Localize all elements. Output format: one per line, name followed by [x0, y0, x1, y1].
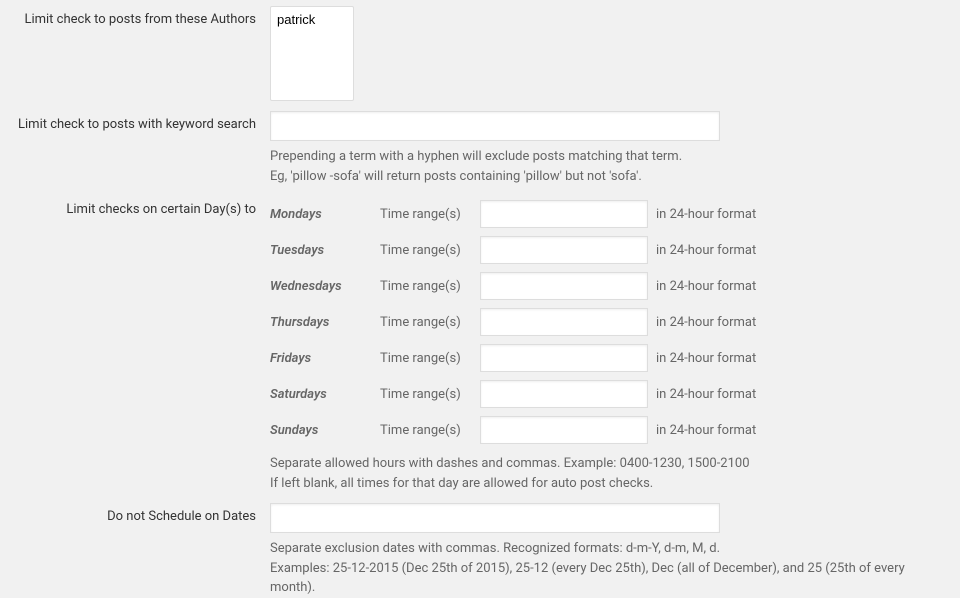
day-row: Saturdays Time range(s) in 24-hour forma…	[270, 376, 764, 412]
days-help: Separate allowed hours with dashes and c…	[270, 454, 950, 493]
row-exclude-dates: Do not Schedule on Dates Separate exclus…	[0, 503, 960, 598]
control-keyword: Prepending a term with a hyphen will exc…	[270, 111, 960, 186]
time-range-label: Time range(s)	[380, 340, 480, 376]
time-range-label: Time range(s)	[380, 304, 480, 340]
day-row: Thursdays Time range(s) in 24-hour forma…	[270, 304, 764, 340]
row-days: Limit checks on certain Day(s) to Monday…	[0, 196, 960, 493]
label-exclude-dates: Do not Schedule on Dates	[0, 503, 270, 524]
label-authors: Limit check to posts from these Authors	[0, 6, 270, 27]
exclude-dates-help-line1: Separate exclusion dates with commas. Re…	[270, 541, 720, 556]
settings-form: Limit check to posts from these Authors …	[0, 0, 960, 530]
time-range-label: Time range(s)	[380, 412, 480, 448]
time-range-label: Time range(s)	[380, 376, 480, 412]
day-name: Mondays	[270, 196, 380, 232]
control-authors: patrick	[270, 6, 960, 101]
day-row: Fridays Time range(s) in 24-hour format	[270, 340, 764, 376]
day-row: Wednesdays Time range(s) in 24-hour form…	[270, 268, 764, 304]
keyword-help: Prepending a term with a hyphen will exc…	[270, 147, 950, 186]
time-range-input-thu[interactable]	[480, 308, 648, 336]
time-range-label: Time range(s)	[380, 268, 480, 304]
day-name: Fridays	[270, 340, 380, 376]
time-range-input-tue[interactable]	[480, 236, 648, 264]
time-range-suffix: in 24-hour format	[656, 412, 764, 448]
exclude-dates-help-line2: Examples: 25-12-2015 (Dec 25th of 2015),…	[270, 561, 905, 596]
days-table: Mondays Time range(s) in 24-hour format …	[270, 196, 764, 448]
time-range-suffix: in 24-hour format	[656, 376, 764, 412]
authors-select[interactable]: patrick	[270, 6, 354, 101]
day-row: Sundays Time range(s) in 24-hour format	[270, 412, 764, 448]
day-name: Saturdays	[270, 376, 380, 412]
day-name: Wednesdays	[270, 268, 380, 304]
days-help-line2: If left blank, all times for that day ar…	[270, 476, 653, 491]
time-range-label: Time range(s)	[380, 196, 480, 232]
day-name: Sundays	[270, 412, 380, 448]
author-option[interactable]: patrick	[273, 9, 351, 30]
row-keyword: Limit check to posts with keyword search…	[0, 111, 960, 186]
keyword-input[interactable]	[270, 111, 720, 141]
row-authors: Limit check to posts from these Authors …	[0, 6, 960, 101]
time-range-suffix: in 24-hour format	[656, 232, 764, 268]
day-name: Thursdays	[270, 304, 380, 340]
days-help-line1: Separate allowed hours with dashes and c…	[270, 456, 750, 471]
time-range-suffix: in 24-hour format	[656, 304, 764, 340]
exclude-dates-help: Separate exclusion dates with commas. Re…	[270, 539, 950, 598]
exclude-dates-input[interactable]	[270, 503, 720, 533]
time-range-input-fri[interactable]	[480, 344, 648, 372]
keyword-help-line2: Eg, 'pillow -sofa' will return posts con…	[270, 169, 642, 184]
control-exclude-dates: Separate exclusion dates with commas. Re…	[270, 503, 960, 598]
time-range-input-sun[interactable]	[480, 416, 648, 444]
label-days: Limit checks on certain Day(s) to	[0, 196, 270, 217]
control-days: Mondays Time range(s) in 24-hour format …	[270, 196, 960, 493]
time-range-label: Time range(s)	[380, 232, 480, 268]
day-row: Tuesdays Time range(s) in 24-hour format	[270, 232, 764, 268]
label-keyword: Limit check to posts with keyword search	[0, 111, 270, 132]
time-range-input-mon[interactable]	[480, 200, 648, 228]
keyword-help-line1: Prepending a term with a hyphen will exc…	[270, 149, 682, 164]
time-range-suffix: in 24-hour format	[656, 196, 764, 232]
time-range-suffix: in 24-hour format	[656, 340, 764, 376]
time-range-input-sat[interactable]	[480, 380, 648, 408]
time-range-input-wed[interactable]	[480, 272, 648, 300]
day-name: Tuesdays	[270, 232, 380, 268]
time-range-suffix: in 24-hour format	[656, 268, 764, 304]
day-row: Mondays Time range(s) in 24-hour format	[270, 196, 764, 232]
